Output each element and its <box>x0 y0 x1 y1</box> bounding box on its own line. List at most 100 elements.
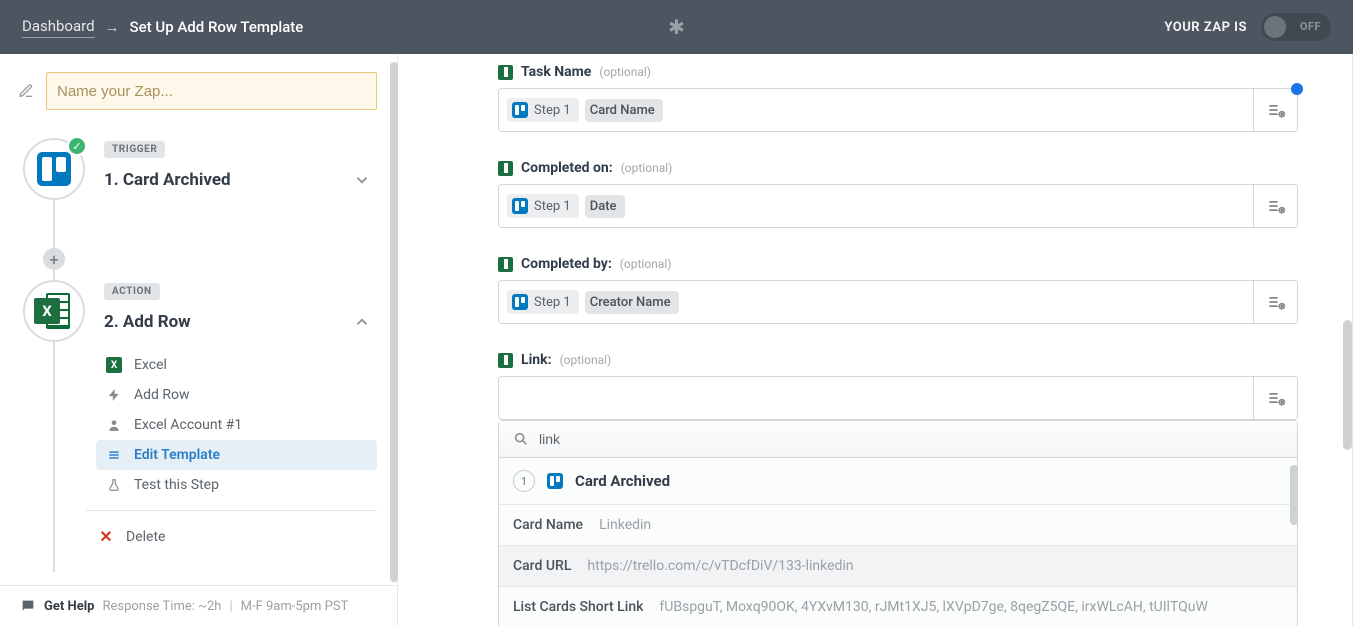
dropdown-row-value: https://trello.com/c/vTDcfDiV/133-linked… <box>587 558 853 574</box>
trello-icon <box>512 198 528 214</box>
switch-state-label: OFF <box>1300 20 1321 33</box>
optional-label: (optional) <box>560 353 612 367</box>
field-input-task-name[interactable]: Step 1 Card Name <box>498 88 1298 132</box>
excel-field-icon <box>498 353 513 368</box>
chip-value-label: Creator Name <box>590 295 671 310</box>
your-zap-is-label: YOUR ZAP IS <box>1164 20 1247 35</box>
excel-field-icon <box>498 161 513 176</box>
excel-field-icon <box>498 65 513 80</box>
chip-value-label: Date <box>590 199 617 214</box>
dropdown-row-short-links[interactable]: List Cards Short Link fUBspguT, Moxq90OK… <box>499 587 1297 626</box>
zap-toggle-switch[interactable]: OFF <box>1261 13 1331 41</box>
add-step-button[interactable]: + <box>43 248 65 270</box>
bolt-icon <box>106 388 122 402</box>
step-chip[interactable]: Step 1 <box>507 194 579 218</box>
chip-step-label: Step 1 <box>534 199 571 214</box>
subitem-label: Add Row <box>134 387 190 403</box>
field-input-completed-on[interactable]: Step 1 Date <box>498 184 1298 228</box>
trello-icon <box>547 473 563 489</box>
flask-icon <box>106 478 122 492</box>
delete-step-button[interactable]: ✕ Delete <box>96 523 377 550</box>
field-input-link[interactable] <box>498 376 1298 420</box>
page-scrollbar[interactable] <box>1343 320 1352 450</box>
dropdown-search-row <box>499 421 1297 458</box>
dashboard-link[interactable]: Dashboard <box>22 17 95 38</box>
sidebar-footer: Get Help Response Time: ~2h | M-F 9am-5p… <box>0 585 397 626</box>
trigger-app-circle[interactable]: ✓ <box>23 138 85 200</box>
switch-knob <box>1264 16 1286 38</box>
step-trigger[interactable]: ✓ + TRIGGER 1. Card Archived <box>22 138 377 200</box>
divider <box>86 510 377 511</box>
check-icon: ✓ <box>67 136 87 156</box>
dropdown-row-card-name[interactable]: Card Name Linkedin <box>499 505 1297 546</box>
field-label: Link: <box>521 352 552 368</box>
action-app-circle[interactable]: X <box>23 280 85 342</box>
main-panel: Task Name (optional) Step 1 Card Name <box>398 54 1353 626</box>
header-bar: Dashboard → Set Up Add Row Template ✱ YO… <box>0 0 1353 54</box>
field-input-completed-by[interactable]: Step 1 Creator Name <box>498 280 1298 324</box>
dropdown-row-value: fUBspguT, Moxq90OK, 4YXvM130, rJMt1XJ5, … <box>659 599 1207 615</box>
zap-name-input[interactable] <box>46 72 377 110</box>
step-connector-line <box>53 342 55 572</box>
sidebar-scrollbar[interactable] <box>390 62 397 582</box>
value-chip[interactable]: Card Name <box>585 99 663 122</box>
edit-name-icon[interactable] <box>18 83 34 99</box>
excel-icon <box>106 357 122 373</box>
insert-field-button[interactable] <box>1253 185 1297 227</box>
response-time-label: Response Time: ~2h <box>102 599 221 614</box>
chevron-up-icon[interactable] <box>353 313 371 331</box>
separator: | <box>229 599 232 614</box>
list-icon <box>106 448 122 462</box>
subitem-edit-template[interactable]: Edit Template <box>96 440 377 470</box>
breadcrumb: Dashboard → Set Up Add Row Template <box>22 17 303 38</box>
field-label: Completed on: <box>521 160 613 176</box>
chip-step-label: Step 1 <box>534 103 571 118</box>
delete-label: Delete <box>126 529 165 545</box>
sidebar: ✓ + TRIGGER 1. Card Archived <box>0 54 398 626</box>
subitem-label: Excel <box>134 357 167 373</box>
insert-field-button[interactable] <box>1253 377 1297 419</box>
dropdown-row-key: List Cards Short Link <box>513 599 643 615</box>
user-icon <box>106 418 122 432</box>
search-icon <box>513 431 529 447</box>
subitem-label: Excel Account #1 <box>134 417 242 433</box>
breadcrumb-arrow-icon: → <box>105 18 120 36</box>
breadcrumb-current: Set Up Add Row Template <box>130 18 304 36</box>
get-help-link[interactable]: Get Help <box>44 599 94 614</box>
field-value-dropdown: 1 Card Archived Card Name Linkedin Card … <box>498 420 1298 626</box>
dropdown-source-title: Card Archived <box>575 472 670 490</box>
notification-dot-icon <box>1291 83 1303 95</box>
chat-icon <box>20 598 36 614</box>
field-completed-on: Completed on: (optional) Step 1 Date <box>498 160 1298 228</box>
dropdown-search-input[interactable] <box>539 431 1283 447</box>
subitem-app[interactable]: Excel <box>96 350 377 380</box>
field-completed-by: Completed by: (optional) Step 1 Creator … <box>498 256 1298 324</box>
step-chip[interactable]: Step 1 <box>507 98 579 122</box>
subitem-label: Test this Step <box>134 477 219 493</box>
dropdown-scrollbar[interactable] <box>1290 465 1298 626</box>
dropdown-row-card-url[interactable]: Card URL https://trello.com/c/vTDcfDiV/1… <box>499 546 1297 587</box>
chip-value-label: Card Name <box>590 103 655 118</box>
dropdown-row-value: Linkedin <box>599 517 651 533</box>
zapier-logo-icon: ✱ <box>668 15 685 39</box>
trello-icon <box>512 294 528 310</box>
step-action[interactable]: X ACTION 2. Add Row <box>22 280 377 550</box>
chip-step-label: Step 1 <box>534 295 571 310</box>
value-chip[interactable]: Date <box>585 195 625 218</box>
step-chip[interactable]: Step 1 <box>507 290 579 314</box>
field-link: Link: (optional) <box>498 352 1298 626</box>
subitem-action[interactable]: Add Row <box>96 380 377 410</box>
insert-field-button[interactable] <box>1253 89 1297 131</box>
field-task-name: Task Name (optional) Step 1 Card Name <box>498 64 1298 132</box>
chevron-down-icon[interactable] <box>353 171 371 189</box>
field-label: Task Name <box>521 64 591 80</box>
subitem-test[interactable]: Test this Step <box>96 470 377 500</box>
insert-field-button[interactable] <box>1253 281 1297 323</box>
dropdown-step-number: 1 <box>513 470 535 492</box>
subitem-account[interactable]: Excel Account #1 <box>96 410 377 440</box>
optional-label: (optional) <box>599 65 651 79</box>
trello-icon <box>37 152 71 186</box>
value-chip[interactable]: Creator Name <box>585 291 679 314</box>
hours-label: M-F 9am-5pm PST <box>241 599 349 614</box>
trigger-title: 1. Card Archived <box>104 170 231 190</box>
